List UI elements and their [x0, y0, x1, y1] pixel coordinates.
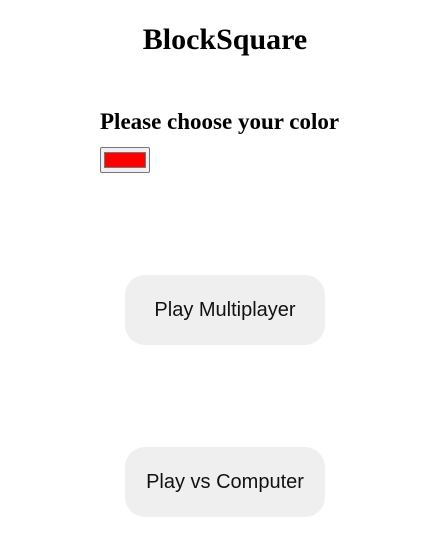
app-title: BlockSquare: [142, 23, 308, 56]
color-swatch: [104, 152, 146, 168]
color-section: Please choose your color: [100, 108, 339, 173]
color-picker-input[interactable]: [100, 147, 150, 173]
color-label: Please choose your color: [100, 109, 340, 134]
play-vs-computer-button[interactable]: Play vs Computer: [125, 447, 325, 517]
play-multiplayer-button[interactable]: Play Multiplayer: [125, 275, 325, 345]
